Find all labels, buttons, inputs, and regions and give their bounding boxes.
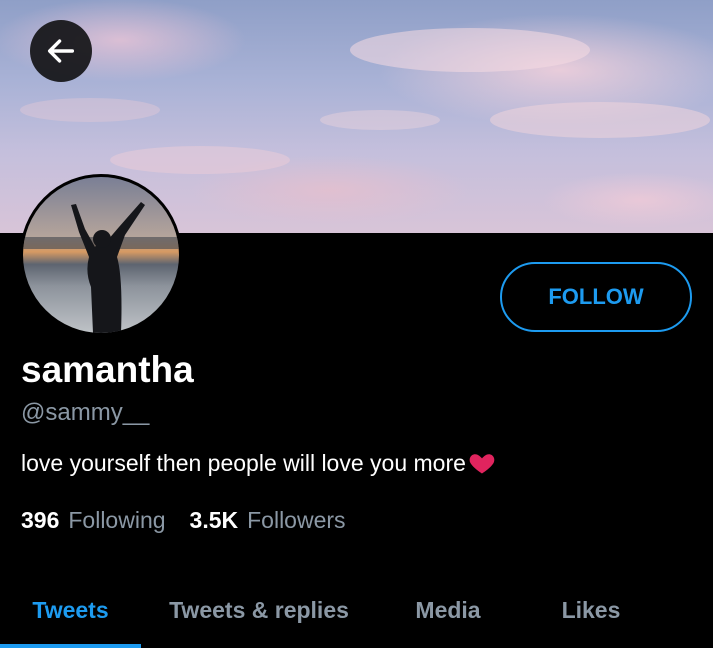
tab-tweets[interactable]: Tweets [0, 572, 141, 648]
profile-tabs: Tweets Tweets & replies Media Likes [0, 572, 713, 648]
following-count: 396 [21, 507, 60, 533]
avatar-silhouette [23, 202, 179, 333]
following-stat[interactable]: 396 Following [21, 507, 166, 534]
tab-likes[interactable]: Likes [540, 572, 642, 648]
bio-text: love yourself then people will love you … [21, 449, 466, 476]
followers-count: 3.5K [189, 507, 239, 533]
profile-handle: @sammy__ [21, 399, 150, 426]
tab-tweets-replies[interactable]: Tweets & replies [150, 572, 368, 648]
back-button[interactable] [30, 20, 92, 82]
arrow-left-icon [47, 39, 75, 63]
following-label: Following [68, 507, 166, 533]
profile-stats: 396 Following 3.5K Followers [21, 507, 346, 534]
profile-bio: love yourself then people will love you … [21, 449, 496, 477]
profile-name: samantha [21, 349, 194, 390]
tab-media[interactable]: Media [398, 572, 498, 648]
avatar[interactable] [20, 174, 182, 336]
active-tab-indicator [0, 644, 141, 648]
followers-stat[interactable]: 3.5K Followers [190, 507, 346, 534]
heart-icon [469, 454, 495, 474]
followers-label: Followers [247, 507, 346, 533]
follow-button[interactable]: FOLLOW [500, 262, 692, 332]
